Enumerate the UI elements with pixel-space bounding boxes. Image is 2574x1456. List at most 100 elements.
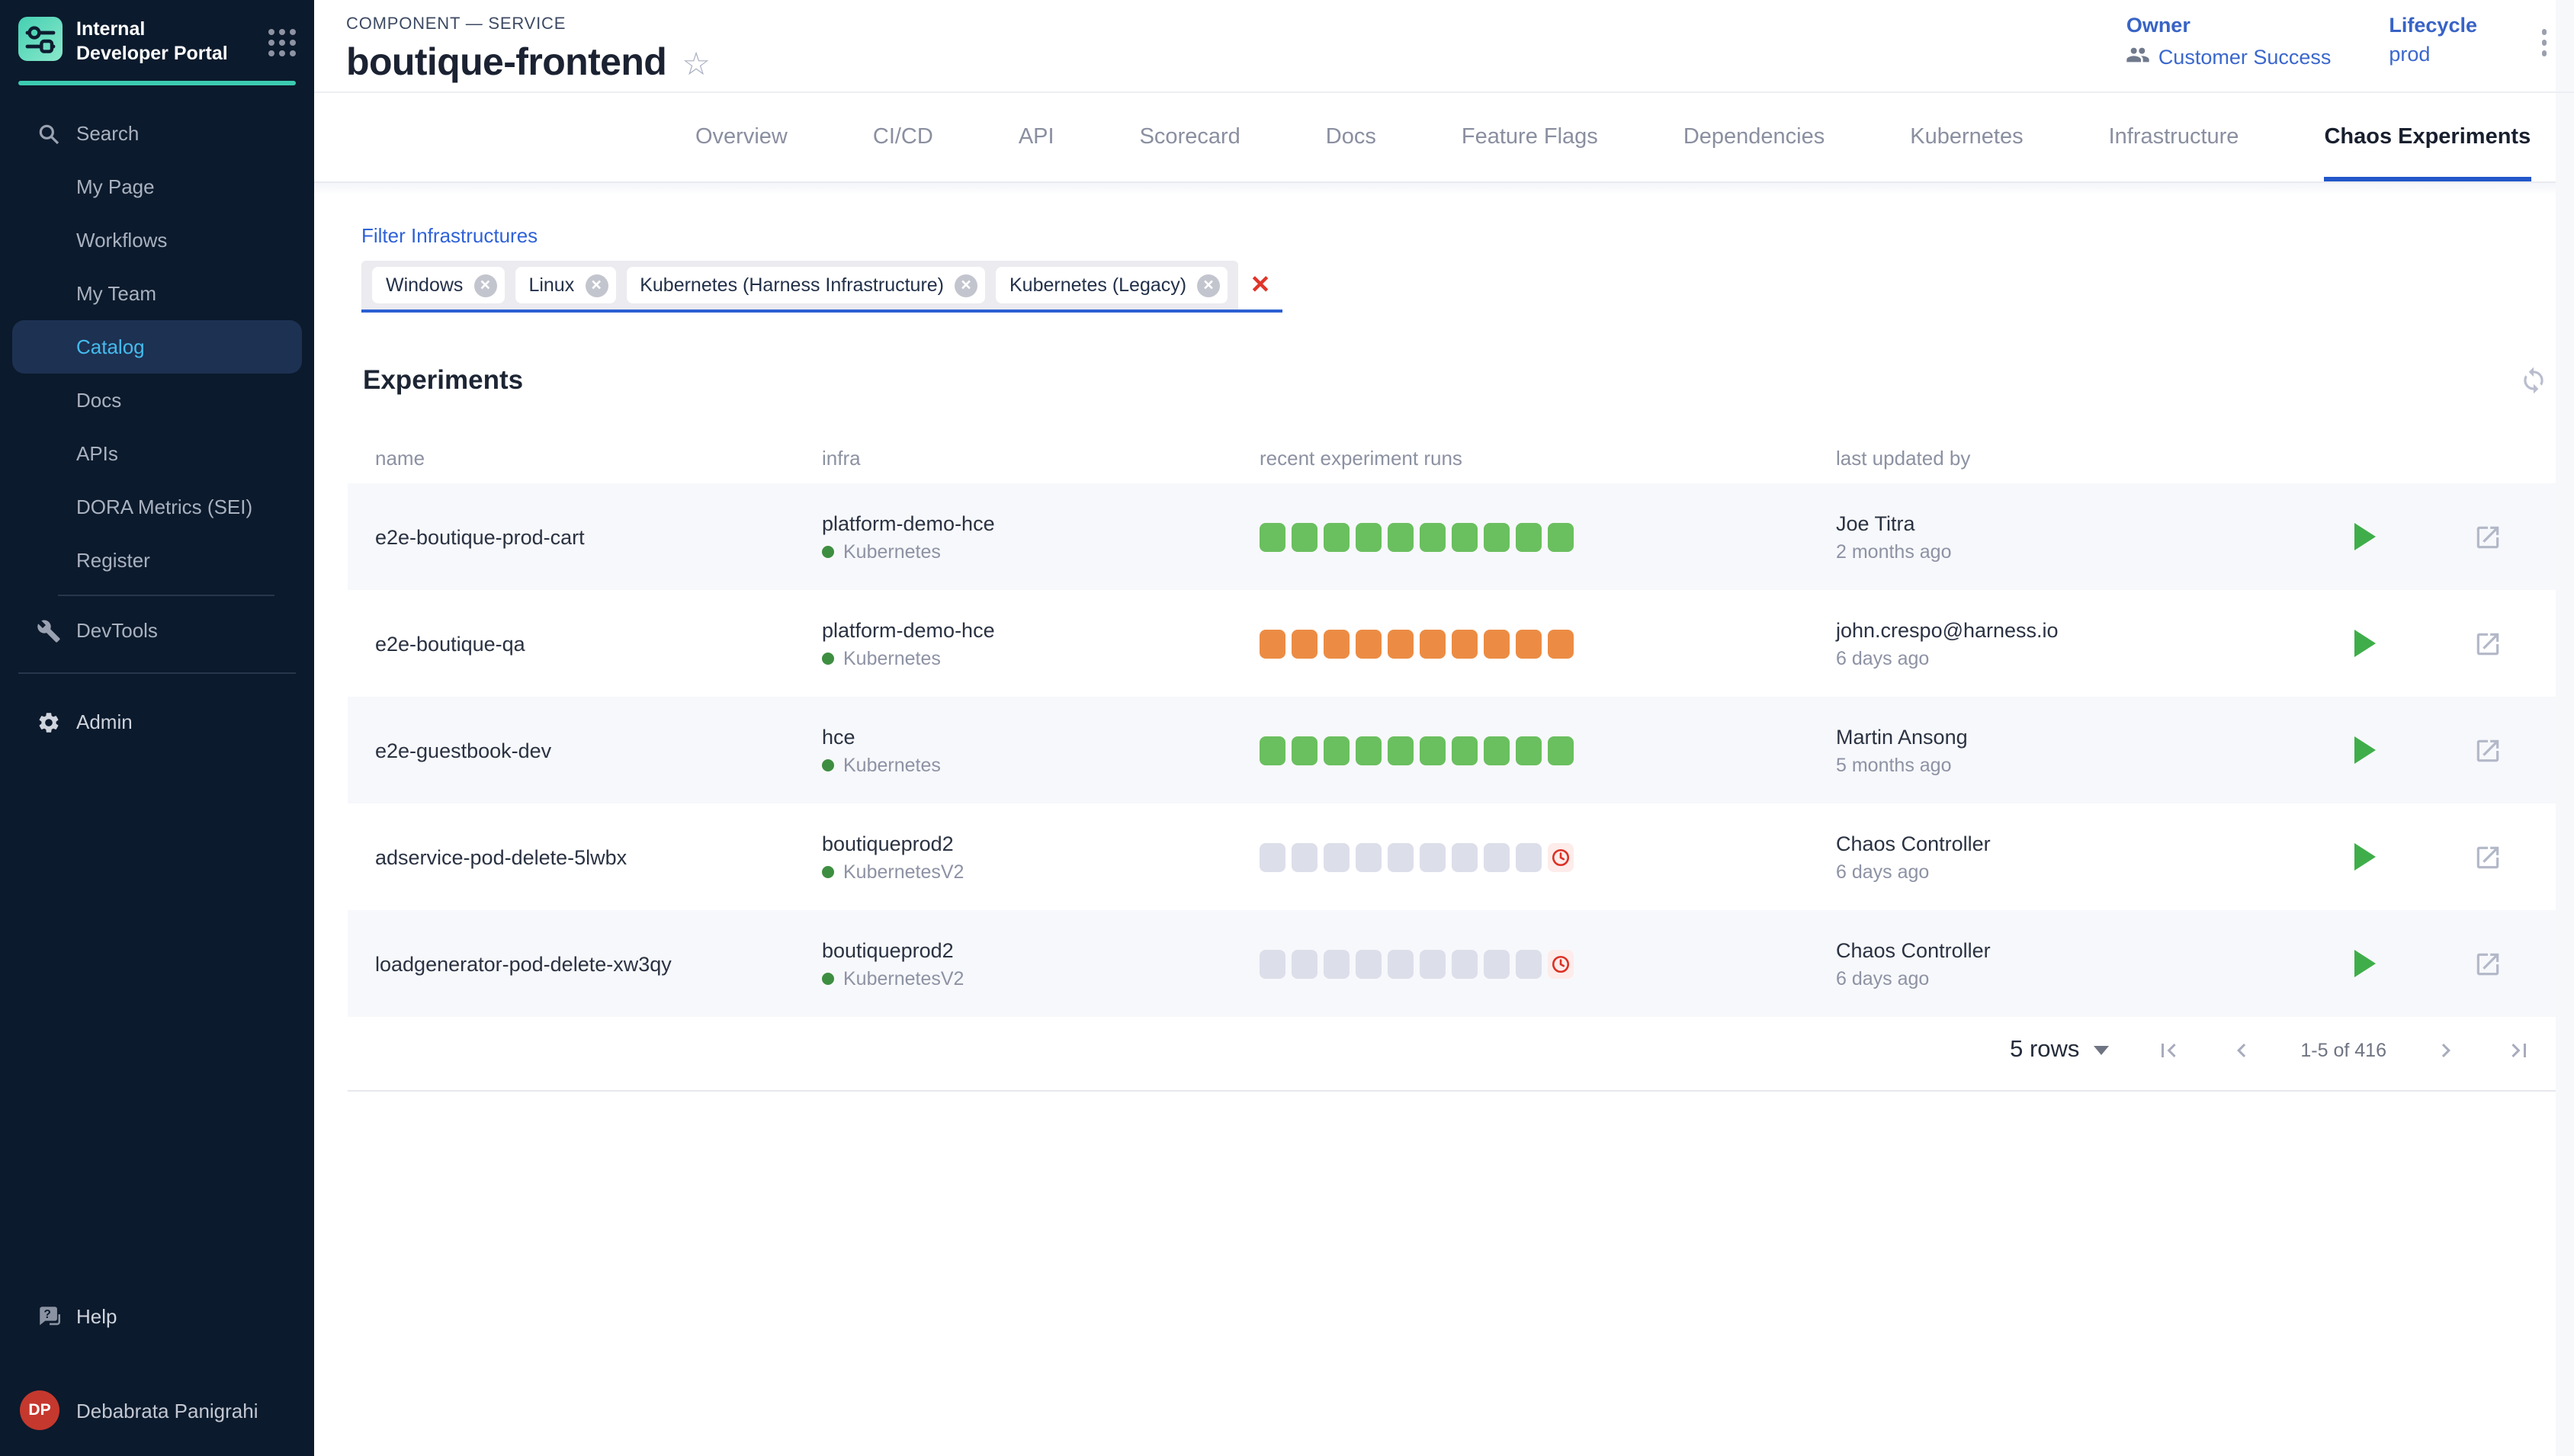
pending-run-clock-icon[interactable] <box>1548 949 1574 978</box>
sidebar-item-my-team[interactable]: My Team <box>12 268 302 321</box>
run-indicator[interactable] <box>1452 736 1478 765</box>
tab-docs[interactable]: Docs <box>1326 93 1376 181</box>
sidebar-item-search[interactable]: Search <box>12 107 302 161</box>
run-indicator[interactable] <box>1548 736 1574 765</box>
run-indicator[interactable] <box>1260 736 1285 765</box>
tab-kubernetes[interactable]: Kubernetes <box>1910 93 2023 181</box>
open-experiment-icon[interactable] <box>2473 842 2502 871</box>
run-indicator[interactable] <box>1292 522 1317 551</box>
run-indicator[interactable] <box>1356 629 1382 658</box>
run-indicator[interactable] <box>1452 949 1478 978</box>
run-indicator[interactable] <box>1356 949 1382 978</box>
run-indicator[interactable] <box>1420 522 1446 551</box>
run-indicator[interactable] <box>1484 949 1510 978</box>
run-experiment-button[interactable] <box>2354 523 2376 550</box>
previous-page-button[interactable] <box>2227 1037 2255 1064</box>
tab-api[interactable]: API <box>1019 93 1054 181</box>
tab-infrastructure[interactable]: Infrastructure <box>2109 93 2239 181</box>
run-indicator[interactable] <box>1324 736 1350 765</box>
run-indicator[interactable] <box>1324 522 1350 551</box>
tab-feature-flags[interactable]: Feature Flags <box>1462 93 1598 181</box>
run-indicator[interactable] <box>1292 842 1317 871</box>
run-indicator[interactable] <box>1356 842 1382 871</box>
run-experiment-button[interactable] <box>2354 736 2376 764</box>
run-indicator[interactable] <box>1516 949 1542 978</box>
run-indicator[interactable] <box>1388 736 1414 765</box>
clear-filters-icon[interactable]: ✕ <box>1238 261 1282 309</box>
scrollbar-track[interactable] <box>2556 0 2574 1456</box>
sidebar-item-docs[interactable]: Docs <box>12 374 302 428</box>
filter-infrastructures-link[interactable]: Filter Infrastructures <box>361 224 2574 247</box>
refresh-icon[interactable] <box>2519 366 2548 395</box>
run-indicator[interactable] <box>1324 949 1350 978</box>
run-indicator[interactable] <box>1388 629 1414 658</box>
tab-overview[interactable]: Overview <box>695 93 788 181</box>
open-experiment-icon[interactable] <box>2473 522 2502 551</box>
remove-chip-icon[interactable]: ✕ <box>585 274 608 297</box>
next-page-button[interactable] <box>2432 1037 2460 1064</box>
filter-chips-area[interactable]: Windows ✕ Linux ✕ Kubernetes (Harness In… <box>361 261 1238 309</box>
run-indicator[interactable] <box>1260 842 1285 871</box>
run-indicator[interactable] <box>1516 736 1542 765</box>
run-indicator[interactable] <box>1516 842 1542 871</box>
run-experiment-button[interactable] <box>2354 843 2376 871</box>
run-indicator[interactable] <box>1420 842 1446 871</box>
run-indicator[interactable] <box>1420 736 1446 765</box>
run-indicator[interactable] <box>1324 629 1350 658</box>
sidebar-item-my-page[interactable]: My Page <box>12 161 302 214</box>
run-indicator[interactable] <box>1324 842 1350 871</box>
run-indicator[interactable] <box>1548 629 1574 658</box>
tab-cicd[interactable]: CI/CD <box>873 93 933 181</box>
sidebar-item-apis[interactable]: APIs <box>12 428 302 481</box>
pending-run-clock-icon[interactable] <box>1548 842 1574 871</box>
open-experiment-icon[interactable] <box>2473 629 2502 658</box>
run-indicator[interactable] <box>1452 522 1478 551</box>
sidebar-item-register[interactable]: Register <box>12 534 302 588</box>
last-page-button[interactable] <box>2505 1037 2533 1064</box>
run-indicator[interactable] <box>1484 629 1510 658</box>
tab-chaos-experiments[interactable]: Chaos Experiments <box>2324 93 2531 181</box>
user-menu[interactable]: DP Debabrata Panigrahi <box>0 1377 314 1444</box>
run-indicator[interactable] <box>1452 629 1478 658</box>
module-switcher-icon[interactable] <box>268 29 296 56</box>
run-indicator[interactable] <box>1356 522 1382 551</box>
run-indicator[interactable] <box>1452 842 1478 871</box>
open-experiment-icon[interactable] <box>2473 736 2502 765</box>
sidebar-item-help[interactable]: ? Help <box>12 1290 302 1343</box>
tab-dependencies[interactable]: Dependencies <box>1683 93 1825 181</box>
more-options-kebab-icon[interactable] <box>2535 20 2553 65</box>
run-indicator[interactable] <box>1516 629 1542 658</box>
remove-chip-icon[interactable]: ✕ <box>1197 274 1220 297</box>
rows-per-page-select[interactable]: 5 rows <box>2010 1037 2108 1064</box>
run-indicator[interactable] <box>1388 522 1414 551</box>
remove-chip-icon[interactable]: ✕ <box>473 274 496 297</box>
open-experiment-icon[interactable] <box>2473 949 2502 978</box>
favorite-star-icon[interactable]: ☆ <box>682 49 711 81</box>
sidebar-item-catalog[interactable]: Catalog <box>12 321 302 374</box>
run-indicator[interactable] <box>1292 629 1317 658</box>
run-indicator[interactable] <box>1548 522 1574 551</box>
run-indicator[interactable] <box>1388 842 1414 871</box>
sidebar-item-devtools[interactable]: DevTools <box>12 605 302 658</box>
run-experiment-button[interactable] <box>2354 950 2376 977</box>
tab-scorecard[interactable]: Scorecard <box>1140 93 1240 181</box>
run-indicator[interactable] <box>1260 949 1285 978</box>
first-page-button[interactable] <box>2154 1037 2181 1064</box>
run-indicator[interactable] <box>1292 949 1317 978</box>
run-indicator[interactable] <box>1484 736 1510 765</box>
run-indicator[interactable] <box>1484 522 1510 551</box>
sidebar-item-workflows[interactable]: Workflows <box>12 214 302 268</box>
run-indicator[interactable] <box>1356 736 1382 765</box>
run-indicator[interactable] <box>1484 842 1510 871</box>
run-indicator[interactable] <box>1388 949 1414 978</box>
run-indicator[interactable] <box>1516 522 1542 551</box>
remove-chip-icon[interactable]: ✕ <box>955 274 977 297</box>
run-indicator[interactable] <box>1420 949 1446 978</box>
run-indicator[interactable] <box>1260 522 1285 551</box>
infrastructure-filter-field[interactable]: Windows ✕ Linux ✕ Kubernetes (Harness In… <box>361 261 1282 313</box>
owner-link[interactable]: Customer Success <box>2126 43 2332 72</box>
run-experiment-button[interactable] <box>2354 630 2376 657</box>
run-indicator[interactable] <box>1292 736 1317 765</box>
run-indicator[interactable] <box>1420 629 1446 658</box>
run-indicator[interactable] <box>1260 629 1285 658</box>
